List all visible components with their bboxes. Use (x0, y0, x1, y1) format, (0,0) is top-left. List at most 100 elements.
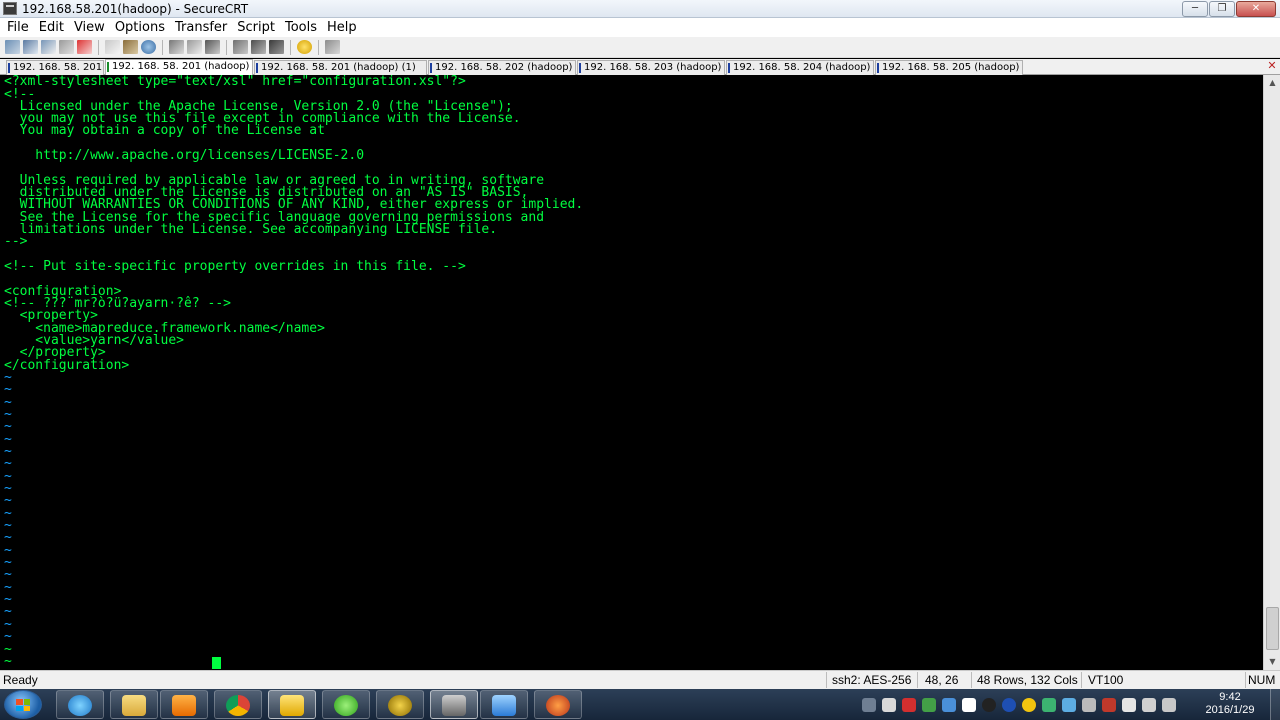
editplus-icon (388, 695, 412, 716)
show-desktop-button[interactable] (1270, 689, 1280, 720)
window-controls: ─ ❐ ✕ (1182, 1, 1276, 17)
menu-help[interactable]: Help (322, 20, 362, 35)
window-title: 192.168.58.201(hadoop) - SecureCRT (22, 2, 249, 16)
windows-taskbar: 9:42 2016/1/29 (0, 689, 1280, 720)
toolbar-separator (98, 39, 99, 55)
tray-green-app-icon[interactable] (922, 697, 936, 712)
tab-session-5[interactable]: 192. 168. 58. 203 (hadoop) (577, 60, 725, 75)
tab-session-7[interactable]: 192. 168. 58. 205 (hadoop) (875, 60, 1023, 75)
help-icon[interactable] (297, 40, 312, 54)
taskbar-securecrt-button[interactable] (430, 690, 478, 719)
menu-options[interactable]: Options (110, 20, 170, 35)
keymap-icon[interactable] (269, 40, 284, 54)
tray-red-app-icon[interactable] (902, 697, 916, 712)
terminal-line: <!-- Put site-specific property override… (4, 259, 466, 274)
tab-session-3[interactable]: 192. 168. 58. 201 (hadoop) (1) (254, 60, 427, 75)
toolbar-separator (290, 39, 291, 55)
tab-session-4[interactable]: 192. 168. 58. 202 (hadoop) (428, 60, 576, 75)
tray-flag-icon[interactable] (1102, 697, 1116, 712)
tab-session-2[interactable]: 192. 168. 58. 201 (hadoop) (105, 59, 253, 75)
connect-in-tab-icon[interactable] (41, 40, 56, 54)
session-options-icon[interactable] (233, 40, 248, 54)
terminal-screen[interactable]: <?xml-stylesheet type="text/xsl" href="c… (0, 75, 1263, 670)
reconnect-icon[interactable] (59, 40, 74, 54)
tray-qq-icon[interactable] (982, 697, 996, 712)
taskbar-editplus-button[interactable] (376, 690, 424, 719)
status-num-lock: NUM (1248, 673, 1276, 687)
clock-time: 9:42 (1219, 691, 1241, 703)
tray-power-icon[interactable] (1122, 697, 1136, 712)
status-divider (826, 672, 827, 688)
notepad-icon (280, 695, 304, 716)
tab-session-1[interactable]: 192. 168. 58. 201 (6, 60, 104, 75)
securecrt-icon (442, 695, 466, 716)
close-button[interactable]: ✕ (1236, 1, 1276, 17)
taskbar-360-browser-button[interactable] (322, 690, 370, 719)
maximize-button[interactable]: ❐ (1209, 1, 1235, 17)
windows-logo-icon (16, 699, 30, 711)
copy-icon[interactable] (105, 40, 120, 54)
tray-shield-icon[interactable] (942, 697, 956, 712)
terminal-line: --> (4, 234, 28, 249)
menu-file[interactable]: File (2, 20, 34, 35)
taskbar-chrome-button[interactable] (214, 690, 262, 719)
terminal-scrollbar[interactable]: ▲ ▼ (1263, 75, 1280, 670)
disconnect-icon[interactable] (77, 40, 92, 54)
global-options-icon[interactable] (251, 40, 266, 54)
tray-expand-icon[interactable] (862, 697, 876, 712)
taskbar-clock[interactable]: 9:42 2016/1/29 (1195, 691, 1265, 717)
scroll-thumb[interactable] (1266, 607, 1279, 650)
menu-edit[interactable]: Edit (34, 20, 69, 35)
scroll-down-arrow-icon[interactable]: ▼ (1265, 654, 1280, 670)
terminal-line: http://www.apache.org/licenses/LICENSE-2… (4, 148, 365, 163)
paste-icon[interactable] (123, 40, 138, 54)
menu-tools[interactable]: Tools (280, 20, 322, 35)
menu-transfer[interactable]: Transfer (170, 20, 232, 35)
print-icon[interactable] (169, 40, 184, 54)
terminal-line: limitations under the License. See accom… (4, 222, 498, 237)
status-divider (917, 672, 918, 688)
taskbar-notepad-button[interactable] (268, 690, 316, 719)
tray-signal-icon[interactable] (1162, 697, 1176, 712)
taskbar-game-button[interactable] (534, 690, 582, 719)
terminal-prompt: ~ (4, 654, 12, 669)
status-divider (971, 672, 972, 688)
connect-icon[interactable] (5, 40, 20, 54)
menu-script[interactable]: Script (232, 20, 280, 35)
scroll-up-arrow-icon[interactable]: ▲ (1265, 75, 1280, 91)
menu-view[interactable]: View (69, 20, 110, 35)
terminal-cursor (212, 657, 221, 669)
terminal-line: <?xml-stylesheet type="text/xsl" href="c… (4, 75, 466, 89)
tray-windows-icon[interactable] (962, 697, 976, 712)
minimize-button[interactable]: ─ (1182, 1, 1208, 17)
title-bar: 192.168.58.201(hadoop) - SecureCRT ─ ❐ ✕ (0, 0, 1280, 18)
toolbar-separator (226, 39, 227, 55)
toolbar-separator (318, 39, 319, 55)
close-tab-icon[interactable]: ✕ (1266, 60, 1278, 72)
session-tab-bar: 192. 168. 58. 201 192. 168. 58. 201 (had… (0, 59, 1280, 75)
taskbar-qq-button[interactable] (480, 690, 528, 719)
terminal-line: </configuration> (4, 358, 130, 373)
print-selection-icon[interactable] (187, 40, 202, 54)
tray-security-icon[interactable] (1022, 697, 1036, 712)
status-terminal-size: 48 Rows, 132 Cols (977, 673, 1078, 687)
tray-network-app-icon[interactable] (882, 697, 896, 712)
securecrt-app-icon[interactable] (3, 2, 17, 15)
find-icon[interactable] (141, 40, 156, 54)
tray-volume-icon[interactable] (1142, 697, 1156, 712)
taskbar-ie-button[interactable] (56, 690, 104, 719)
toolbar-separator (162, 39, 163, 55)
menu-bar: File Edit View Options Transfer Script T… (0, 18, 1280, 37)
taskbar-media-player-button[interactable] (160, 690, 208, 719)
360-browser-icon (334, 695, 358, 716)
taskbar-explorer-button[interactable] (110, 690, 158, 719)
quick-connect-icon[interactable] (23, 40, 38, 54)
tab-session-6[interactable]: 192. 168. 58. 204 (hadoop) (726, 60, 874, 75)
tray-monitor-icon[interactable] (1062, 697, 1076, 712)
tray-antivirus-icon[interactable] (1042, 697, 1056, 712)
tray-bluetooth-icon[interactable] (1002, 697, 1016, 712)
start-button[interactable] (4, 690, 42, 719)
tray-app-icon[interactable] (1082, 697, 1096, 712)
sftp-icon[interactable] (325, 40, 340, 54)
printer-icon[interactable] (205, 40, 220, 54)
